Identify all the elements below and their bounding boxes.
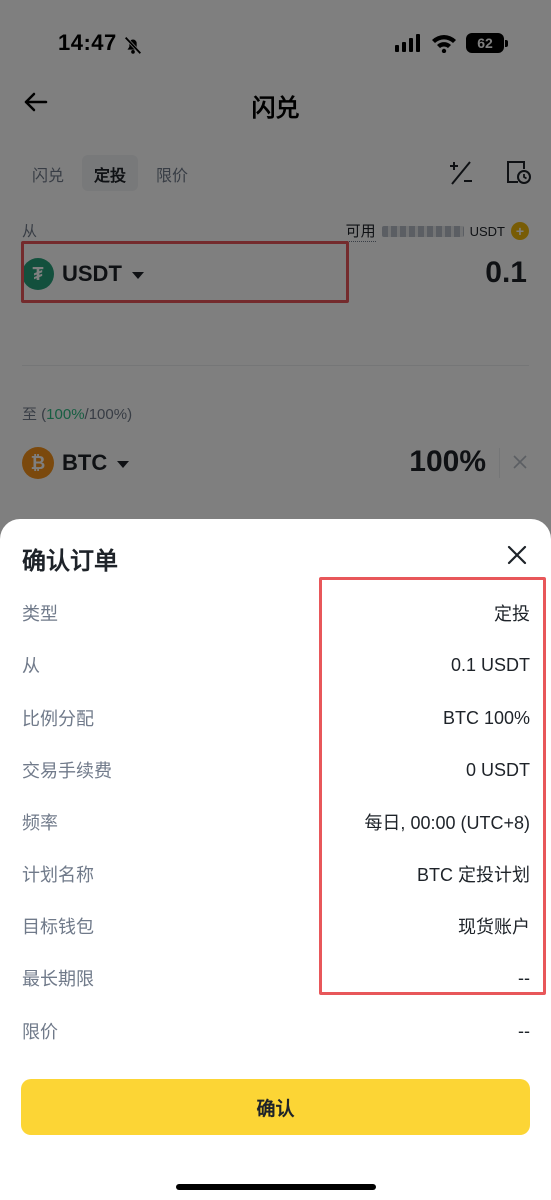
detail-value: -- (518, 1020, 530, 1041)
close-icon[interactable] (505, 543, 529, 567)
detail-value: 0.1 USDT (450, 654, 530, 675)
detail-value: -- (518, 967, 530, 988)
detail-row-from: 从 0.1 USDT (22, 650, 530, 680)
detail-key: 比例分配 (22, 709, 94, 729)
sheet-title: 确认订单 (22, 548, 118, 575)
detail-row-target-wallet: 目标钱包 现货账户 (22, 911, 530, 941)
detail-key: 计划名称 (22, 865, 94, 885)
detail-value: 每日, 00:00 (UTC+8) (364, 813, 530, 833)
detail-value: 现货账户 (458, 917, 530, 937)
detail-key: 从 (22, 656, 40, 676)
detail-row-max-duration: 最长期限 -- (22, 963, 530, 993)
detail-key: 类型 (22, 604, 58, 624)
confirm-button[interactable]: 确认 (21, 1079, 530, 1135)
detail-value: BTC 100% (442, 707, 530, 728)
home-indicator (176, 1184, 376, 1190)
detail-key: 频率 (22, 813, 58, 833)
detail-key: 最长期限 (22, 969, 94, 989)
detail-value: 定投 (494, 604, 530, 624)
detail-value: BTC 定投计划 (416, 865, 530, 885)
detail-row-frequency: 频率 每日, 00:00 (UTC+8) (22, 807, 530, 837)
detail-row-plan-name: 计划名称 BTC 定投计划 (22, 859, 530, 889)
detail-key: 限价 (22, 1022, 58, 1042)
detail-row-type: 类型 定投 (22, 598, 530, 628)
detail-row-fee: 交易手续费 0 USDT (22, 755, 530, 785)
detail-row-limit-price: 限价 -- (22, 1016, 530, 1046)
detail-row-allocation: 比例分配 BTC 100% (22, 703, 530, 733)
detail-value: 0 USDT (465, 759, 530, 780)
confirm-order-sheet: 确认订单 类型 定投 从 0.1 USDT 比例分配 BTC 100% 交易手续… (0, 519, 551, 1200)
detail-key: 交易手续费 (22, 761, 112, 781)
detail-key: 目标钱包 (22, 917, 94, 937)
